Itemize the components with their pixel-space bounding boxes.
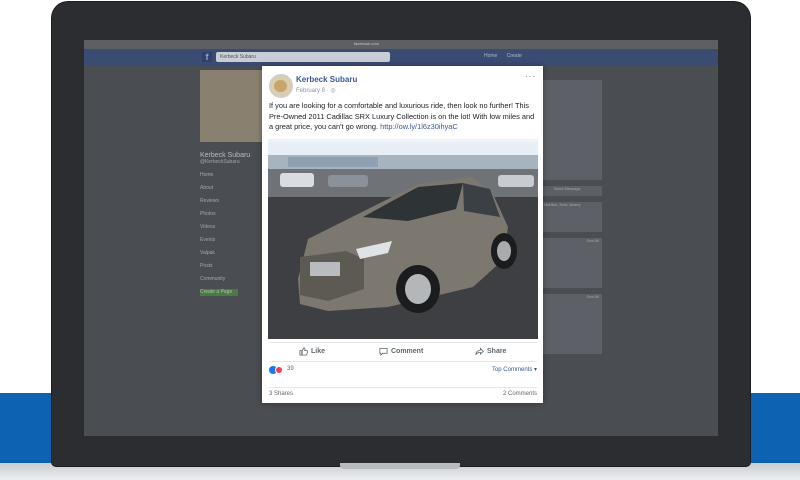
- share-label: Share: [487, 348, 507, 355]
- top-comments-dropdown[interactable]: Top Comments ▾: [492, 366, 537, 373]
- post-text: If you are looking for a comfortable and…: [269, 101, 539, 133]
- sidebar-item-about[interactable]: About: [200, 185, 268, 191]
- cover-photo-area: [540, 80, 602, 180]
- location-text: Marlton, New Jersey: [540, 202, 602, 232]
- globe-icon: ◎: [330, 88, 336, 94]
- like-button[interactable]: Like: [299, 347, 325, 356]
- see-all-link[interactable]: See All: [540, 238, 602, 288]
- sidebar-item-valpak[interactable]: Valpak: [200, 250, 268, 256]
- sidebar-item-community[interactable]: Community: [200, 276, 268, 282]
- more-options-icon[interactable]: ···: [525, 72, 536, 81]
- page-sidebar: Kerbeck Subaru @KerbeckSubaru Home About…: [200, 66, 268, 366]
- background-post-actions: [281, 410, 451, 436]
- facebook-logo-icon[interactable]: f: [202, 52, 212, 62]
- browser-url[interactable]: facebook.com: [354, 41, 434, 48]
- create-page-button[interactable]: Create a Page: [200, 289, 238, 296]
- sidebar-item-videos[interactable]: Videos: [200, 224, 268, 230]
- nav-create[interactable]: Create: [507, 53, 522, 59]
- comment-icon: [379, 347, 388, 356]
- car-photo-image: [268, 139, 538, 339]
- thumbs-up-icon: [299, 347, 308, 356]
- send-message-button[interactable]: Send Message: [540, 186, 602, 196]
- post-card: Kerbeck Subaru February 8 · ◎ ··· If you…: [262, 66, 543, 403]
- right-sidebar: Send Message Marlton, New Jersey See All…: [540, 80, 602, 430]
- love-reaction-icon: [275, 366, 283, 374]
- facebook-nav: Home Create: [484, 53, 530, 59]
- post-date: February 8 · ◎: [296, 87, 336, 94]
- post-date-text[interactable]: February 8 ·: [296, 88, 330, 94]
- post-footer: 3 Shares 2 Comments: [269, 387, 537, 397]
- reactions-count[interactable]: 39: [287, 366, 294, 372]
- see-all-link-2[interactable]: See All: [540, 294, 602, 354]
- comment-label: Comment: [391, 348, 424, 355]
- page-handle: @KerbeckSubaru: [200, 159, 240, 165]
- post-page-name[interactable]: Kerbeck Subaru: [296, 75, 357, 84]
- browser-bar: facebook.com: [84, 40, 718, 49]
- sidebar-item-events[interactable]: Events: [200, 237, 268, 243]
- post-avatar[interactable]: [269, 74, 293, 98]
- search-input[interactable]: Kerbeck Subaru: [216, 52, 390, 62]
- reactions-row[interactable]: 39 Top Comments ▾: [269, 366, 537, 376]
- comments-count[interactable]: 2 Comments: [503, 391, 537, 397]
- laptop-notch: [340, 463, 460, 469]
- share-icon: [475, 347, 484, 356]
- share-button[interactable]: Share: [475, 347, 506, 356]
- sidebar-item-posts[interactable]: Posts: [200, 263, 268, 269]
- like-label: Like: [311, 348, 326, 355]
- nav-home[interactable]: Home: [484, 53, 497, 59]
- post-actions-bar: Like Comment Share: [269, 342, 537, 362]
- shares-count[interactable]: 3 Shares: [269, 391, 293, 397]
- sidebar-item-photos[interactable]: Photos: [200, 211, 268, 217]
- sidebar-item-reviews[interactable]: Reviews: [200, 198, 268, 204]
- comment-button[interactable]: Comment: [379, 347, 423, 356]
- post-photo[interactable]: [268, 139, 538, 339]
- post-link[interactable]: http://ow.ly/1l6z30ihyaC: [380, 122, 458, 131]
- page-name: Kerbeck Subaru: [200, 152, 251, 159]
- page-avatar[interactable]: [200, 70, 262, 142]
- facebook-top-bar: f Kerbeck Subaru Home Create: [84, 49, 718, 66]
- sidebar-item-home[interactable]: Home: [200, 172, 268, 178]
